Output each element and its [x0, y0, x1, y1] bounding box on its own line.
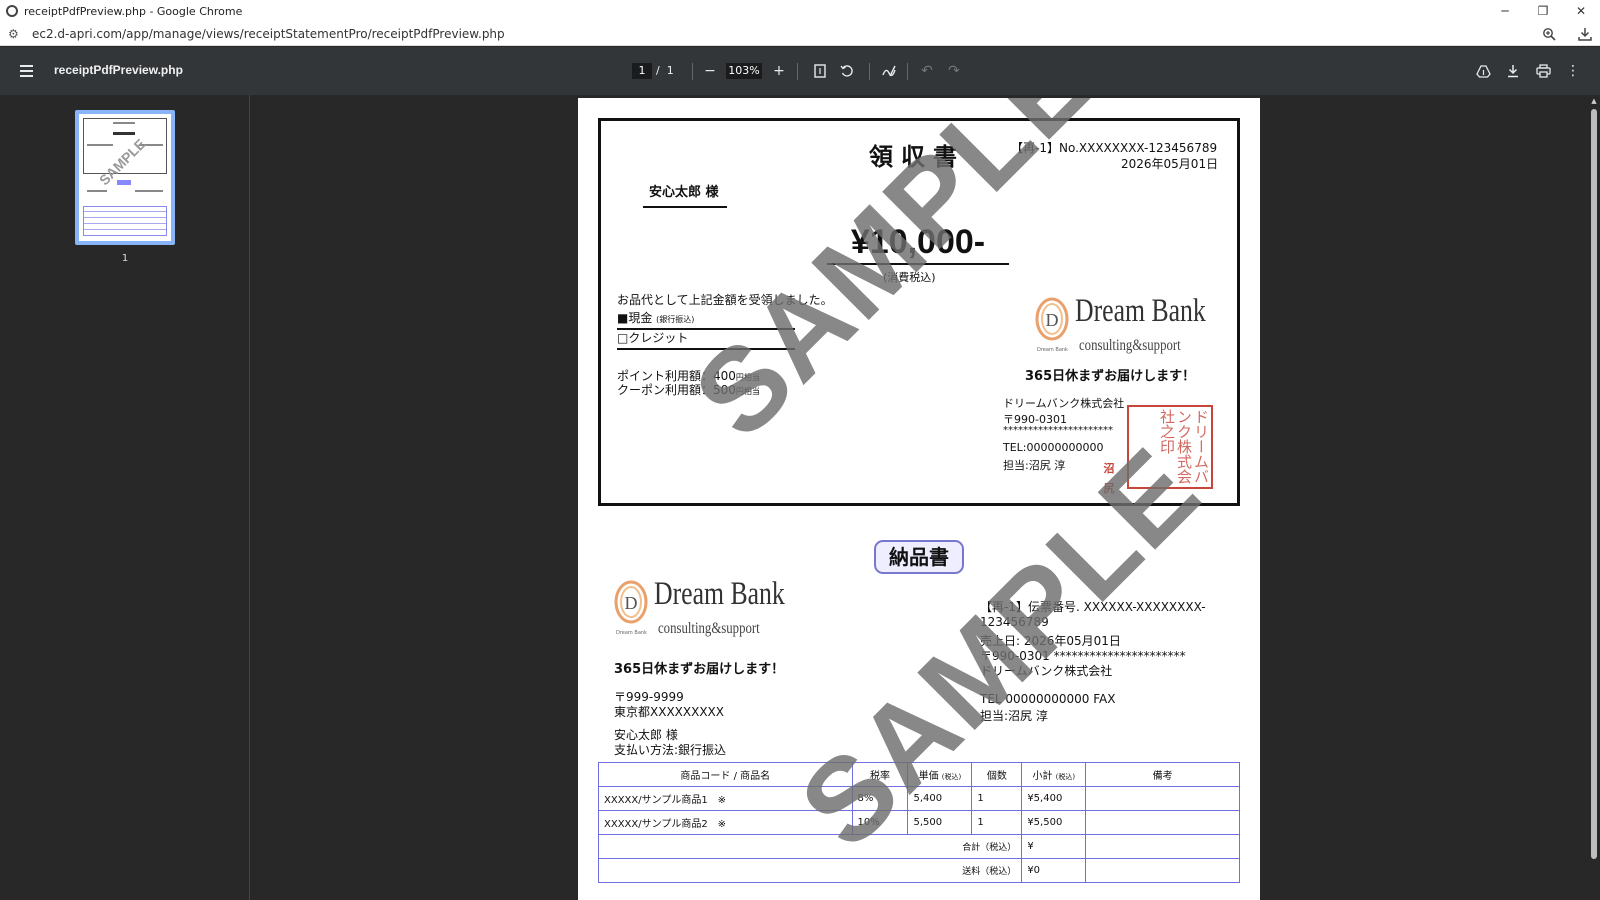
redo-icon[interactable]: ↷ — [943, 60, 965, 82]
thumbnail-line — [117, 180, 131, 185]
receipt-date: 2026年05月01日 — [1121, 157, 1219, 171]
slogan: 365日休まずお届けします！ — [1025, 369, 1196, 384]
annotate-icon[interactable] — [878, 60, 900, 82]
logo-wordmark: Dream Bank — [654, 576, 785, 612]
issuer-company: ドリームバンク株式会社 — [1003, 397, 1125, 410]
cell-subtotal: ¥5,500 — [1021, 810, 1087, 835]
total-row: 合計（税込） ¥ — [597, 834, 1240, 859]
window-titlebar: receiptPdfPreview.php - Google Chrome ─ … — [0, 0, 1600, 22]
svg-text:D: D — [1046, 310, 1059, 330]
window-title: receiptPdfPreview.php - Google Chrome — [24, 4, 243, 18]
svg-text:D: D — [625, 593, 638, 613]
thumbnail-line — [87, 190, 107, 192]
dream-bank-logo-icon: D — [1035, 297, 1069, 341]
issuer-tel: TEL:00000000000 — [1003, 441, 1104, 454]
drive-icon[interactable] — [1472, 60, 1494, 82]
shipping-value: ¥0 — [1021, 858, 1087, 883]
scroll-up-icon[interactable]: ▲ — [1590, 97, 1598, 105]
total-value: ¥ — [1021, 834, 1087, 859]
undo-icon[interactable]: ↶ — [916, 60, 938, 82]
slogan: 365日休まずお届けします！ — [614, 662, 785, 677]
cell-qty: 1 — [971, 810, 1023, 835]
dream-bank-logo-icon: D — [614, 580, 648, 624]
cell-remarks — [1085, 810, 1240, 835]
payment-method: 支払い方法:銀行振込 — [614, 743, 727, 757]
shipping-label: 送料（税込） — [597, 858, 1023, 883]
thumbnail-table — [83, 206, 167, 236]
divider — [797, 63, 798, 80]
logo-caption: Dream Bank — [616, 630, 647, 636]
divider — [692, 63, 693, 80]
header-subtotal: 小計 (税込) — [1021, 762, 1087, 787]
page-count: / 1 — [656, 64, 674, 77]
scrollbar-thumb[interactable] — [1591, 109, 1597, 859]
cell-qty: 1 — [971, 786, 1023, 811]
thumbnail-line — [113, 122, 135, 124]
header-qty: 個数 — [971, 762, 1023, 787]
divider — [907, 63, 908, 80]
cell-subtotal: ¥5,400 — [1021, 786, 1087, 811]
company-logo: D Dream Bank consulting&support Dream Ba… — [614, 576, 804, 644]
chrome-icon — [6, 5, 18, 17]
thumbnail-sidebar: SAMPLE 1 — [0, 95, 250, 900]
company-logo: D Dream Bank consulting&support Dream Ba… — [1035, 293, 1225, 357]
receipt-customer: 安心太郎 様 — [643, 181, 727, 208]
issuer-address: ********************** — [1003, 425, 1113, 436]
logo-wordmark: Dream Bank — [1075, 293, 1206, 329]
minimize-button[interactable]: ─ — [1486, 0, 1524, 22]
zoom-input[interactable]: 103% — [726, 63, 762, 79]
total-label: 合計（税込） — [597, 834, 1023, 859]
menu-icon[interactable] — [17, 61, 37, 81]
pdf-page: 領収書 【再-1】No.XXXXXXXX-123456789 2026年05月0… — [578, 98, 1260, 900]
delivery-note-title: 納品書 — [874, 540, 964, 574]
zoom-icon[interactable] — [1538, 24, 1560, 44]
logo-caption: Dream Bank — [1037, 347, 1068, 353]
download-icon[interactable] — [1574, 24, 1596, 44]
page-thumbnail[interactable]: SAMPLE — [75, 110, 175, 245]
site-info-icon[interactable]: ⚙ — [8, 27, 22, 41]
address-bar: ⚙ ec2.d-apri.com/app/manage/views/receip… — [0, 22, 1600, 46]
thumbnail-line — [113, 132, 135, 135]
more-icon[interactable]: ⋮ — [1562, 60, 1584, 82]
zoom-in-button[interactable]: + — [768, 60, 790, 82]
print-icon[interactable] — [1532, 60, 1554, 82]
vertical-scrollbar[interactable]: ▲ — [1590, 97, 1598, 900]
issuer-staff: 担当:沼尻 淳 — [1003, 459, 1066, 472]
download-icon[interactable] — [1502, 60, 1524, 82]
page-number-input[interactable]: 1 — [632, 63, 652, 79]
thumbnail-line — [135, 190, 163, 192]
thumbnail-line — [87, 144, 113, 146]
total-remarks — [1085, 834, 1240, 859]
restore-button[interactable]: ❐ — [1524, 0, 1562, 22]
logo-subtitle: consulting&support — [1079, 337, 1181, 354]
pdf-toolbar: receiptPdfPreview.php 1 / 1 − 103% + ↶ ↷… — [0, 47, 1600, 95]
logo-subtitle: consulting&support — [658, 620, 760, 637]
rotate-icon[interactable] — [836, 60, 858, 82]
file-name: receiptPdfPreview.php — [54, 63, 183, 77]
close-button[interactable]: ✕ — [1562, 0, 1600, 22]
url-text[interactable]: ec2.d-apri.com/app/manage/views/receiptS… — [32, 27, 505, 41]
fit-page-icon[interactable] — [809, 60, 831, 82]
header-remarks: 備考 — [1085, 762, 1240, 787]
thumbnail-page-number: 1 — [121, 253, 129, 264]
cell-remarks — [1085, 786, 1240, 811]
customer-address: 東京都XXXXXXXXX — [614, 705, 724, 719]
shipping-row: 送料（税込） ¥0 — [597, 858, 1240, 883]
zoom-out-button[interactable]: − — [699, 60, 721, 82]
divider — [869, 63, 870, 80]
shipping-remarks — [1085, 858, 1240, 883]
